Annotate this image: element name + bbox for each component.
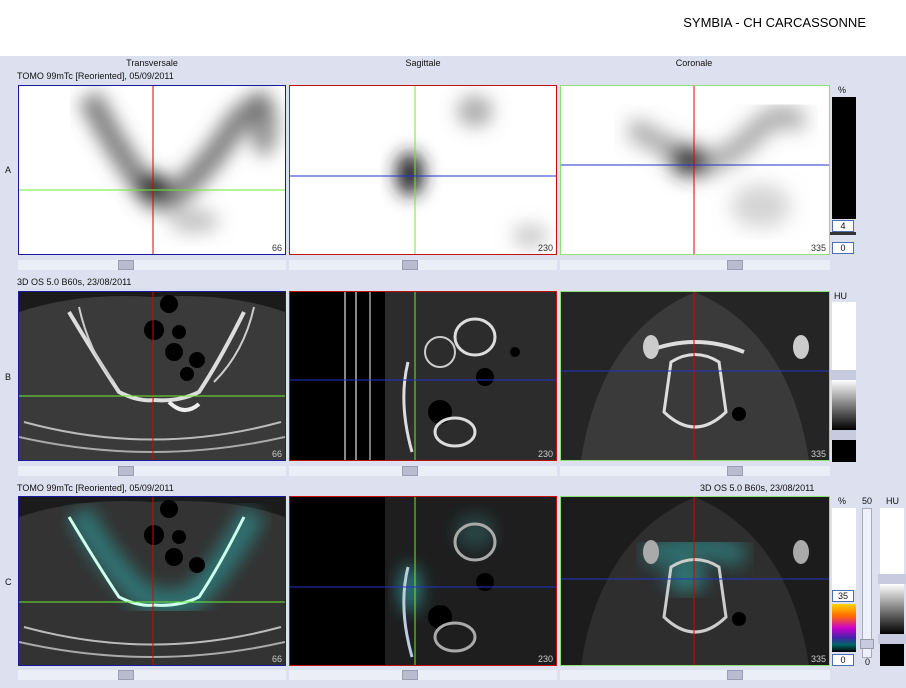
slice-number: 335	[810, 449, 826, 459]
colorbar-c-hu-unit: HU	[886, 496, 899, 506]
fusion-coronale-image	[561, 497, 829, 665]
scroll-thumb[interactable]	[402, 670, 418, 680]
row-label-c: C	[5, 577, 12, 587]
scrollbar-b-sagittale[interactable]	[289, 466, 557, 476]
row-label-a: A	[5, 165, 12, 175]
scrollbar-c-sagittale[interactable]	[289, 670, 557, 680]
viewport-b-transversale[interactable]: 66	[18, 291, 286, 461]
ct-sagittale-image	[290, 292, 556, 460]
slice-number: 230	[537, 243, 553, 253]
column-header-sagittale: Sagittale	[405, 58, 441, 68]
colorbar-a-slider[interactable]	[830, 232, 856, 235]
scroll-thumb[interactable]	[118, 466, 134, 476]
slice-number: 230	[537, 449, 553, 459]
row-b-series-info: 3D OS 5.0 B60s, 23/08/2011	[17, 277, 132, 287]
scrollbar-b-transversale[interactable]	[18, 466, 286, 476]
scroll-thumb[interactable]	[402, 466, 418, 476]
slice-number: 230	[537, 654, 553, 664]
scroll-thumb[interactable]	[118, 670, 134, 680]
scrollbar-a-transversale[interactable]	[18, 260, 286, 270]
scrollbar-b-coronale[interactable]	[560, 466, 830, 476]
slice-number: 335	[810, 243, 826, 253]
title-bar: SYMBIA - CH CARCASSONNE	[0, 0, 906, 56]
colorbar-a[interactable]	[832, 97, 856, 219]
viewport-b-sagittale[interactable]: 230	[289, 291, 557, 461]
colorbar-c-ct-black[interactable]	[880, 644, 904, 666]
column-header-transversale: Transversale	[126, 58, 178, 68]
viewport-a-sagittale[interactable]: 230	[289, 85, 557, 255]
colorbar-c-ct-upper-slider[interactable]	[878, 574, 906, 584]
colorbar-b-upper-slider[interactable]	[830, 370, 856, 380]
colorbar-b-white[interactable]	[832, 302, 856, 370]
colorbar-b-gradient[interactable]	[832, 380, 856, 430]
scroll-thumb[interactable]	[118, 260, 134, 270]
fusion-blend-slider[interactable]	[860, 508, 874, 658]
colorbar-c-ct-white[interactable]	[880, 508, 904, 574]
row-label-b: B	[5, 372, 12, 382]
slice-number: 66	[271, 243, 282, 253]
viewport-c-coronale[interactable]: 335	[560, 496, 830, 666]
viewport-c-sagittale[interactable]: 230	[289, 496, 557, 666]
scrollbar-c-coronale[interactable]	[560, 670, 830, 680]
nm-transversale-image	[19, 86, 285, 254]
scrollbar-a-sagittale[interactable]	[289, 260, 557, 270]
viewport-c-transversale[interactable]: 66	[18, 496, 286, 666]
colorbar-a-upper-value[interactable]: 4	[832, 220, 854, 232]
scroll-thumb[interactable]	[402, 260, 418, 270]
column-header-coronale: Coronale	[675, 58, 713, 68]
fusion-blend-min: 0	[865, 657, 871, 667]
colorbar-c-pet-white[interactable]	[832, 508, 856, 590]
colorbar-a-unit: %	[838, 85, 847, 95]
slice-number: 66	[271, 654, 282, 664]
scroll-thumb[interactable]	[727, 260, 743, 270]
row-c-series-info-nm: TOMO 99mTc [Reoriented], 05/09/2011	[17, 483, 174, 493]
fusion-blend-label: 50	[862, 496, 873, 506]
colorbar-b-unit: HU	[834, 291, 847, 301]
nm-sagittale-image	[290, 86, 556, 254]
colorbar-c-ct-gradient[interactable]	[880, 584, 904, 634]
row-a-series-info: TOMO 99mTc [Reoriented], 05/09/2011	[17, 71, 174, 81]
fusion-sagittale-image	[290, 497, 556, 665]
colorbar-c-pct-unit: %	[838, 496, 847, 506]
ct-transversale-image	[19, 292, 285, 460]
scroll-thumb[interactable]	[727, 670, 743, 680]
colorbar-c-ct-lower-slider[interactable]	[878, 634, 906, 644]
colorbar-a-lower-value[interactable]: 0	[832, 242, 854, 254]
ct-coronale-image	[561, 292, 829, 460]
slice-number: 66	[271, 449, 282, 459]
scrollbar-a-coronale[interactable]	[560, 260, 830, 270]
colorbar-c-lower-value[interactable]: 0	[832, 654, 854, 666]
fusion-blend-thumb[interactable]	[860, 639, 874, 649]
site-title: SYMBIA - CH CARCASSONNE	[683, 15, 866, 30]
fusion-transversale-image	[19, 497, 285, 665]
nm-coronale-image	[561, 86, 829, 254]
viewport-b-coronale[interactable]: 335	[560, 291, 830, 461]
viewport-a-transversale[interactable]: 66	[18, 85, 286, 255]
colorbar-b-lower-slider[interactable]	[830, 430, 856, 440]
row-c-series-info-ct: 3D OS 5.0 B60s, 23/08/2011	[700, 483, 815, 493]
colorbar-c-upper-value[interactable]: 35	[832, 590, 854, 602]
slice-number: 335	[810, 654, 826, 664]
viewport-a-coronale[interactable]: 335	[560, 85, 830, 255]
colorbar-b-black[interactable]	[832, 440, 856, 462]
colorbar-c-pet-gradient[interactable]	[832, 604, 856, 652]
scrollbar-c-transversale[interactable]	[18, 670, 286, 680]
scroll-thumb[interactable]	[727, 466, 743, 476]
